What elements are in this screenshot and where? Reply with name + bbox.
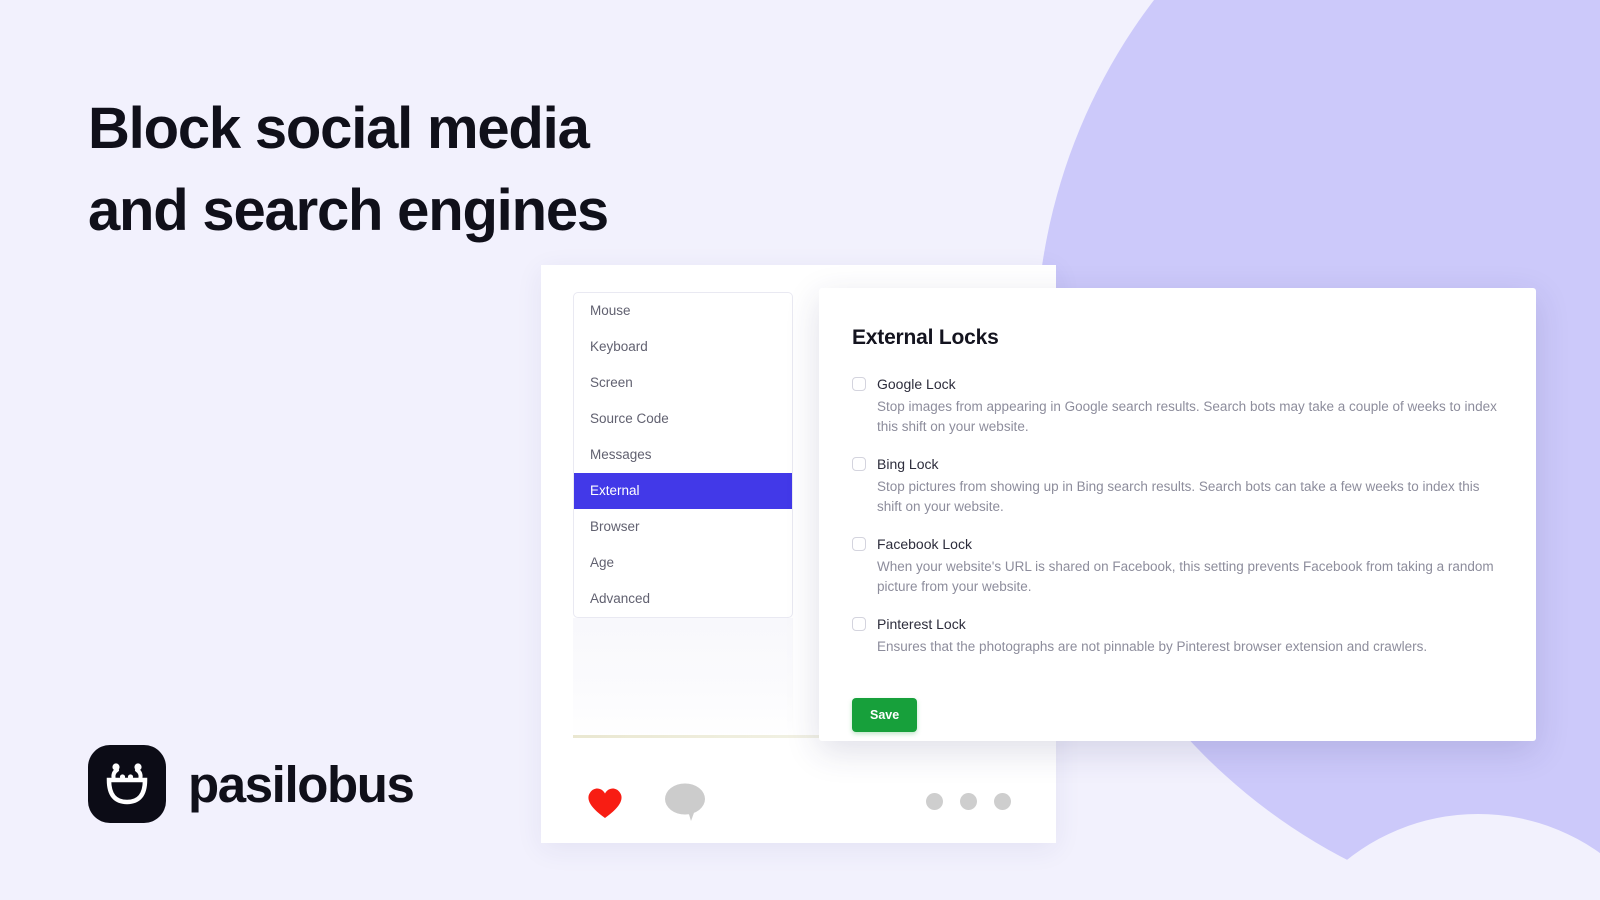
- sidebar-item-advanced[interactable]: Advanced: [574, 581, 792, 617]
- speech-bubble-icon[interactable]: [665, 783, 705, 821]
- smiling-face-icon: [88, 745, 166, 823]
- page-title: Block social media and search engines: [88, 88, 609, 252]
- lock-option-header: Pinterest Lock: [852, 616, 1504, 632]
- lock-option-row: Facebook Lock When your website's URL is …: [852, 536, 1504, 597]
- external-locks-panel: External Locks Google Lock Stop images fr…: [819, 288, 1536, 741]
- pagination-dot[interactable]: [960, 793, 977, 810]
- nav-panel-fade: [573, 618, 793, 738]
- checkbox-pinterest-lock[interactable]: [852, 617, 866, 631]
- checkbox-bing-lock[interactable]: [852, 457, 866, 471]
- lock-options-list: Google Lock Stop images from appearing in…: [852, 376, 1504, 657]
- brand-name: pasilobus: [188, 755, 415, 813]
- lock-option-header: Google Lock: [852, 376, 1504, 392]
- sidebar-item-screen[interactable]: Screen: [574, 365, 792, 401]
- pagination-dot[interactable]: [926, 793, 943, 810]
- social-actions: [585, 783, 705, 821]
- settings-sidebar: Mouse Keyboard Screen Source Code Messages Ex…: [573, 292, 793, 618]
- sidebar-item-mouse[interactable]: Mouse: [574, 293, 792, 329]
- sidebar-item-source-code[interactable]: Source Code: [574, 401, 792, 437]
- lock-option-row: Bing Lock Stop pictures from showing up i…: [852, 456, 1504, 517]
- panel-title: External Locks: [852, 326, 999, 349]
- save-button[interactable]: Save: [852, 698, 918, 732]
- lock-option-description: Stop pictures from showing up in Bing se…: [877, 479, 1480, 514]
- social-action-bar: [541, 760, 1056, 843]
- page-title-line-1: Block social media: [88, 96, 590, 161]
- brand-logo: pasilobus: [88, 745, 415, 823]
- sidebar-item-external[interactable]: External: [574, 473, 792, 509]
- sidebar-item-keyboard[interactable]: Keyboard: [574, 329, 792, 365]
- pagination-dots: [926, 793, 1011, 810]
- lock-option-row: Pinterest Lock Ensures that the photograp…: [852, 616, 1504, 657]
- checkbox-facebook-lock[interactable]: [852, 537, 866, 551]
- checkbox-google-lock[interactable]: [852, 377, 866, 391]
- lock-option-description: When your website's URL is shared on Fac…: [877, 559, 1494, 594]
- lock-option-label: Google Lock: [877, 376, 956, 392]
- sidebar-item-browser[interactable]: Browser: [574, 509, 792, 545]
- pagination-dot[interactable]: [994, 793, 1011, 810]
- lock-option-description: Stop images from appearing in Google sea…: [877, 399, 1497, 434]
- lock-option-label: Bing Lock: [877, 456, 939, 472]
- sidebar-item-messages[interactable]: Messages: [574, 437, 792, 473]
- sidebar-item-age[interactable]: Age: [574, 545, 792, 581]
- page-title-line-2: and search engines: [88, 178, 609, 243]
- lock-option-row: Google Lock Stop images from appearing in…: [852, 376, 1504, 437]
- lock-option-label: Facebook Lock: [877, 536, 972, 552]
- lock-option-header: Bing Lock: [852, 456, 1504, 472]
- lock-option-header: Facebook Lock: [852, 536, 1504, 552]
- lock-option-label: Pinterest Lock: [877, 616, 966, 632]
- lock-option-description: Ensures that the photographs are not pin…: [877, 639, 1428, 654]
- heart-icon[interactable]: [585, 784, 625, 820]
